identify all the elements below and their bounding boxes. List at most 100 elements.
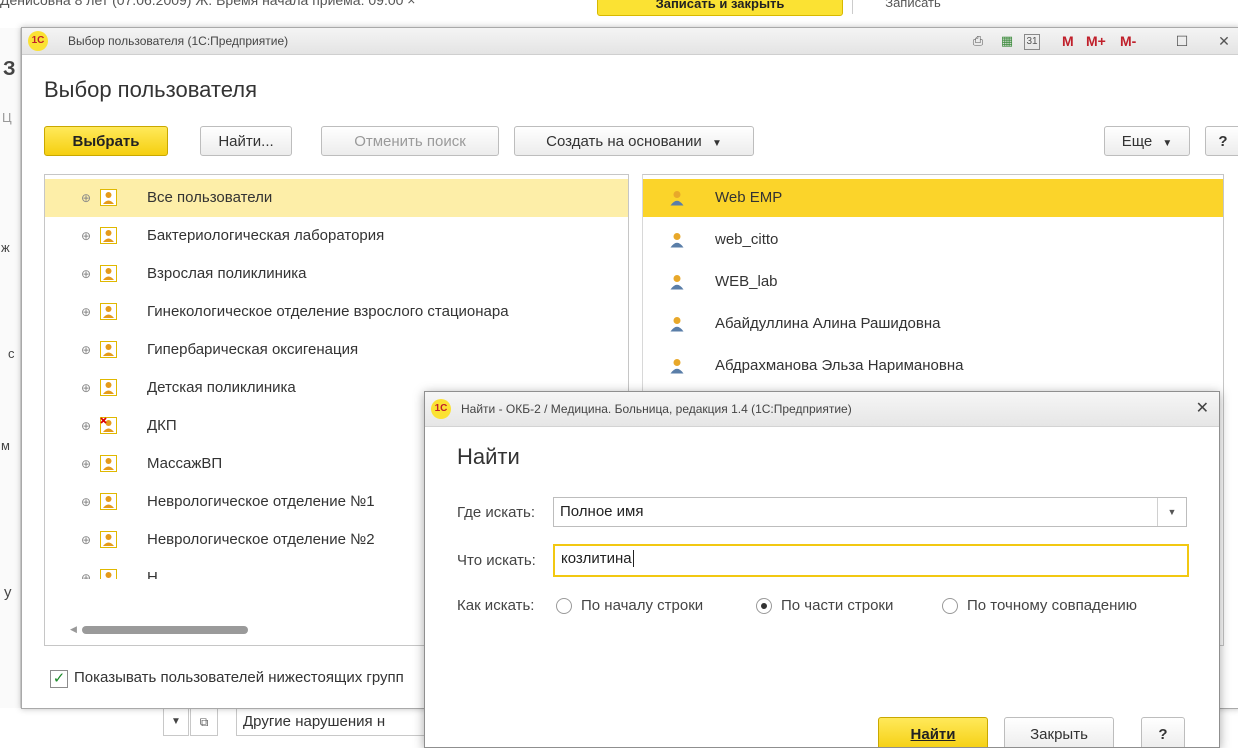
- close-icon[interactable]: ✕: [1214, 31, 1234, 51]
- memory-plus-button[interactable]: M+: [1086, 31, 1106, 51]
- save-and-close-button[interactable]: Записать и закрыть: [597, 0, 843, 16]
- cancel-search-button[interactable]: Отменить поиск: [321, 126, 499, 156]
- page-title: Выбор пользователя: [44, 77, 257, 102]
- show-subordinate-label: Показывать пользователей нижестоящих гру…: [74, 669, 404, 686]
- expand-icon[interactable]: ⊕: [81, 559, 91, 579]
- more-label: Еще: [1121, 133, 1153, 150]
- expand-icon[interactable]: ⊕: [81, 293, 91, 331]
- radio-starts-with[interactable]: [556, 598, 572, 614]
- expand-icon[interactable]: ⊕: [81, 521, 91, 559]
- user-name: Абайдуллина Алина Рашидовна: [715, 315, 941, 332]
- edge-label: Ц: [2, 110, 12, 125]
- expand-icon[interactable]: ⊕: [81, 217, 91, 255]
- text-cursor: [632, 550, 634, 567]
- chevron-down-icon[interactable]: ▼: [163, 708, 189, 736]
- close-icon[interactable]: ✕: [1196, 398, 1209, 418]
- tree-row[interactable]: ⊕ Все пользователи: [45, 179, 628, 217]
- copy-icon[interactable]: ⧉: [190, 708, 218, 736]
- group-label: Гипербарическая оксигенация: [147, 341, 359, 358]
- group-label: Бактериологическая лаборатория: [147, 227, 385, 244]
- window-titlebar: 1С Выбор пользователя (1С:Предприятие) ⎙…: [22, 28, 1238, 55]
- user-group-icon: [100, 493, 117, 510]
- group-label: Н...: [147, 569, 171, 579]
- user-name: Абдрахманова Эльза Наримановна: [715, 357, 964, 374]
- chevron-down-icon: ▼: [1162, 138, 1173, 149]
- search-input[interactable]: козлитина: [553, 544, 1189, 577]
- list-item[interactable]: Абдрахманова Эльза Наримановна: [643, 347, 1223, 385]
- calendar-icon[interactable]: 31: [1024, 34, 1040, 50]
- select-button[interactable]: Выбрать: [44, 126, 168, 156]
- user-icon: [670, 191, 684, 206]
- deleted-group-icon: [100, 417, 117, 434]
- expand-icon[interactable]: ⊕: [81, 483, 91, 521]
- create-based-on-button[interactable]: Создать на основании ▼: [514, 126, 754, 156]
- expand-icon[interactable]: ⊕: [81, 369, 91, 407]
- find-label: Найти: [910, 726, 956, 743]
- option-exact-match[interactable]: По точному совпадению: [967, 597, 1137, 614]
- find-dialog: 1С Найти - ОКБ-2 / Медицина. Больница, р…: [424, 391, 1220, 748]
- user-name: web_citto: [715, 231, 779, 248]
- what-label: Что искать:: [457, 552, 536, 569]
- background-form-edge: З Ц ж с м у: [0, 28, 21, 708]
- option-starts-with[interactable]: По началу строки: [581, 597, 703, 614]
- help-button[interactable]: ?: [1205, 126, 1238, 156]
- dialog-find-button[interactable]: Найти: [878, 717, 988, 747]
- find-button[interactable]: Найти...: [200, 126, 292, 156]
- expand-icon[interactable]: ⊕: [81, 445, 91, 483]
- memory-minus-button[interactable]: M-: [1120, 31, 1136, 51]
- user-group-icon: [100, 189, 117, 206]
- list-item[interactable]: WEB_lab: [643, 263, 1223, 301]
- option-contains[interactable]: По части строки: [781, 597, 893, 614]
- group-label: Неврологическое отделение №1: [147, 493, 375, 510]
- create-based-on-label: Создать на основании: [546, 133, 702, 150]
- show-subordinate-checkbox[interactable]: ✓: [50, 670, 68, 688]
- dialog-heading: Найти: [457, 444, 520, 469]
- where-label: Где искать:: [457, 504, 536, 521]
- maximize-icon[interactable]: ☐: [1172, 31, 1192, 51]
- memory-m-button[interactable]: M: [1062, 31, 1074, 51]
- edge-label: ж: [1, 240, 10, 255]
- tree-row[interactable]: ⊕ Бактериологическая лаборатория: [45, 217, 628, 255]
- list-item[interactable]: Web EMP: [643, 179, 1223, 217]
- horizontal-scrollbar[interactable]: [82, 626, 248, 634]
- radio-contains[interactable]: [756, 598, 772, 614]
- search-value: козлитина: [561, 550, 632, 567]
- calculator-icon[interactable]: ▦: [997, 31, 1017, 51]
- dialog-close-button[interactable]: Закрыть: [1004, 717, 1114, 747]
- diagnosis-field[interactable]: Другие нарушения н: [236, 708, 444, 736]
- expand-icon[interactable]: ⊕: [81, 407, 91, 445]
- user-group-icon: [100, 265, 117, 282]
- user-group-icon: [100, 379, 117, 396]
- tree-row[interactable]: ⊕ Взрослая поликлиника: [45, 255, 628, 293]
- dialog-title: Найти - ОКБ-2 / Медицина. Больница, реда…: [461, 402, 852, 416]
- background-document-header: Денисовна 8 лет (07.06.2009) Ж. Время на…: [0, 0, 415, 8]
- tree-row[interactable]: ⊕ Гипербарическая оксигенация: [45, 331, 628, 369]
- radio-exact-match[interactable]: [942, 598, 958, 614]
- window-title: Выбор пользователя (1С:Предприятие): [68, 34, 289, 48]
- group-label: ДКП: [147, 417, 177, 434]
- expand-icon[interactable]: ⊕: [81, 255, 91, 293]
- user-icon: [670, 275, 684, 290]
- list-item[interactable]: Абайдуллина Алина Рашидовна: [643, 305, 1223, 343]
- group-label: Детская поликлиника: [147, 379, 296, 396]
- more-button[interactable]: Еще ▼: [1104, 126, 1190, 156]
- user-group-icon: [100, 569, 117, 579]
- expand-icon[interactable]: ⊕: [81, 331, 91, 369]
- group-label: Неврологическое отделение №2: [147, 531, 375, 548]
- tree-row[interactable]: ⊕ Гинекологическое отделение взрослого с…: [45, 293, 628, 331]
- print-icon[interactable]: ⎙: [968, 31, 988, 51]
- save-button[interactable]: Записать: [852, 0, 973, 14]
- user-group-icon: [100, 455, 117, 472]
- user-name: WEB_lab: [715, 273, 778, 290]
- expand-icon[interactable]: ⊕: [81, 179, 91, 217]
- user-group-icon: [100, 227, 117, 244]
- dialog-help-button[interactable]: ?: [1141, 717, 1185, 747]
- close-icon[interactable]: ×: [407, 0, 415, 8]
- list-item[interactable]: web_citto: [643, 221, 1223, 259]
- scroll-left-icon[interactable]: ◀: [70, 624, 77, 635]
- edge-label: З: [3, 58, 16, 80]
- edge-label: с: [8, 346, 15, 361]
- group-label: Взрослая поликлиника: [147, 265, 307, 282]
- chevron-down-icon[interactable]: ▼: [1157, 498, 1186, 526]
- where-select[interactable]: Полное имя ▼: [553, 497, 1187, 527]
